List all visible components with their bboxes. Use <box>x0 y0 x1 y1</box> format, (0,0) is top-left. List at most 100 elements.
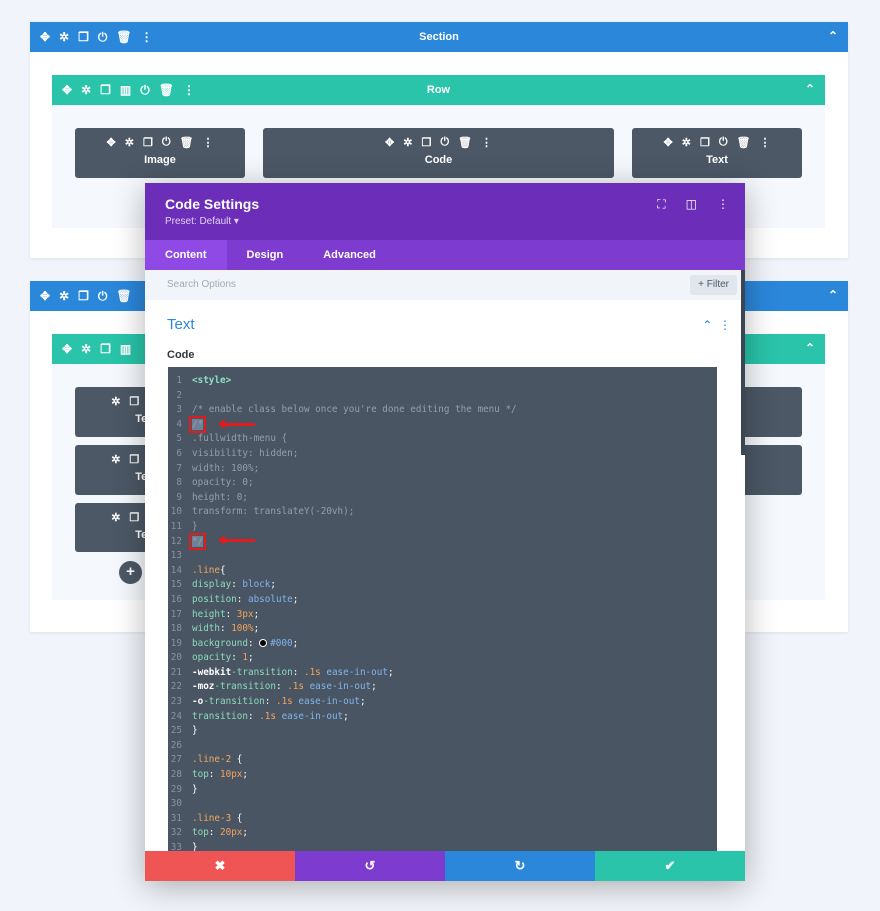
line-number: 17 <box>170 608 182 620</box>
duplicate-icon[interactable]: ❐ <box>129 453 139 471</box>
undo-icon[interactable]: ↺ <box>295 851 445 881</box>
scrollbar[interactable] <box>741 270 745 455</box>
chevron-up-icon[interactable]: ⌃ <box>805 341 815 355</box>
close-icon[interactable]: ✖ <box>145 851 295 881</box>
add-module-button[interactable]: + <box>119 561 142 584</box>
move-icon[interactable]: ✥ <box>40 289 50 303</box>
gear-icon[interactable]: ✲ <box>111 453 120 471</box>
code-token: : <box>220 623 232 635</box>
power-icon[interactable]: ⏻ <box>98 30 108 45</box>
code-token: .1s <box>259 710 276 722</box>
line-number: 1 <box>176 375 182 386</box>
code-token: ; <box>242 769 248 781</box>
code-line: 26 <box>168 739 717 754</box>
fullscreen-icon[interactable]: ⛶ <box>657 197 665 212</box>
trash-icon[interactable]: 🗑 <box>458 136 472 154</box>
gear-icon[interactable]: ✲ <box>111 395 120 413</box>
duplicate-icon[interactable]: ❐ <box>421 136 431 154</box>
preset-dropdown[interactable]: Preset: Default ▾ <box>165 216 725 227</box>
trash-icon[interactable]: 🗑 <box>180 136 194 154</box>
more-icon[interactable]: ⋮ <box>141 30 153 44</box>
move-icon[interactable]: ✥ <box>664 136 673 154</box>
more-icon[interactable]: ⋮ <box>183 83 195 97</box>
gear-icon[interactable]: ✲ <box>682 136 691 154</box>
duplicate-icon[interactable]: ❐ <box>100 342 111 356</box>
more-icon[interactable]: ⋮ <box>202 136 213 154</box>
gear-icon[interactable]: ✲ <box>81 342 91 356</box>
trash-icon[interactable]: 🗑 <box>159 83 174 97</box>
duplicate-icon[interactable]: ❐ <box>700 136 710 154</box>
redo-icon[interactable]: ↻ <box>445 851 595 881</box>
sidebar-layout-icon[interactable]: ◫ <box>686 197 697 212</box>
trash-icon[interactable]: 🗑 <box>116 289 131 303</box>
code-token: .line-3 <box>192 812 232 824</box>
duplicate-icon[interactable]: ❐ <box>129 511 139 529</box>
gear-icon[interactable]: ✲ <box>59 30 69 44</box>
group-controls[interactable]: ⌃ ⋮ <box>702 318 731 332</box>
code-line: 23 -o-transition: .1s ease-in-out; <box>168 695 717 710</box>
gear-icon[interactable]: ✲ <box>403 136 412 154</box>
code-line: 17 height: 3px; <box>168 608 717 623</box>
module-text[interactable]: ✥ ✲ ❐ ⏻ 🗑 ⋮ Text <box>632 128 802 178</box>
move-icon[interactable]: ✥ <box>62 342 72 356</box>
code-editor[interactable]: 1 <style> 2 3/* enable class below once you… <box>168 367 717 851</box>
filter-button[interactable]: + Filter <box>690 275 737 295</box>
code-line: 32 top: 20px; <box>168 826 717 841</box>
duplicate-icon[interactable]: ❐ <box>129 395 139 413</box>
code-line: 31 .line-3 { <box>168 812 717 827</box>
gear-icon[interactable]: ✲ <box>81 83 91 97</box>
trash-icon[interactable]: 🗑 <box>737 136 751 154</box>
chevron-up-icon[interactable]: ⌃ <box>828 29 838 43</box>
code-token: ; <box>253 623 260 635</box>
more-icon[interactable]: ⋮ <box>717 197 729 212</box>
tab-content[interactable]: Content <box>145 240 227 270</box>
module-code[interactable]: ✥ ✲ ❐ ⏻ 🗑 ⋮ Code <box>263 128 614 178</box>
search-options-input[interactable]: Search Options + Filter <box>145 270 745 300</box>
power-icon[interactable]: ⏻ <box>140 83 150 98</box>
gear-icon[interactable]: ✲ <box>111 511 120 529</box>
more-icon[interactable]: ⋮ <box>759 136 770 154</box>
code-token: : <box>208 827 220 839</box>
chevron-up-icon[interactable]: ⌃ <box>805 82 815 96</box>
columns-icon[interactable]: ▥ <box>120 342 131 356</box>
module-image[interactable]: ✥ ✲ ❐ ⏻ 🗑 ⋮ Image <box>75 128 245 178</box>
trash-icon[interactable]: 🗑 <box>116 30 131 44</box>
columns-icon[interactable]: ▥ <box>120 83 131 97</box>
duplicate-icon[interactable]: ❐ <box>100 83 111 97</box>
section-header[interactable]: ✥ ✲ ❐ ⏻ 🗑 ⋮ Section ⌃ <box>30 22 848 52</box>
code-line: 20 opacity: 1; <box>168 651 717 666</box>
move-icon[interactable]: ✥ <box>62 83 72 97</box>
line-number: 8 <box>176 477 182 489</box>
more-icon[interactable]: ⋮ <box>481 136 492 154</box>
code-token: .line-2 <box>192 754 232 766</box>
color-swatch <box>259 638 268 647</box>
line-number: 26 <box>170 739 182 751</box>
gear-icon[interactable]: ✲ <box>59 289 69 303</box>
power-icon[interactable]: ⏻ <box>162 136 171 154</box>
duplicate-icon[interactable]: ❐ <box>143 136 153 154</box>
code-token: -transition <box>203 696 265 708</box>
move-icon[interactable]: ✥ <box>385 136 394 154</box>
line-number: 14 <box>170 564 182 576</box>
gear-icon[interactable]: ✲ <box>125 136 134 154</box>
move-icon[interactable]: ✥ <box>107 136 116 154</box>
code-token: : <box>247 637 260 649</box>
tab-design[interactable]: Design <box>227 240 304 270</box>
code-token: : <box>231 579 243 591</box>
power-icon[interactable]: ⏻ <box>440 136 449 154</box>
move-icon[interactable]: ✥ <box>40 30 50 44</box>
code-token: ; <box>270 579 276 591</box>
module-label: Code <box>424 154 453 166</box>
chevron-up-icon[interactable]: ⌃ <box>828 288 838 302</box>
group-title[interactable]: Text <box>167 316 195 333</box>
modal-header[interactable]: Code Settings Preset: Default ▾ ⛶ ◫ ⋮ <box>145 183 745 240</box>
duplicate-icon[interactable]: ❐ <box>78 289 89 303</box>
duplicate-icon[interactable]: ❐ <box>78 30 89 44</box>
field-label: Code <box>167 349 195 361</box>
tab-advanced[interactable]: Advanced <box>303 240 396 270</box>
code-line: 5 .fullwidth-menu { <box>168 432 717 447</box>
check-icon[interactable]: ✔ <box>595 851 745 881</box>
power-icon[interactable]: ⏻ <box>98 289 108 304</box>
power-icon[interactable]: ⏻ <box>719 136 728 154</box>
row-header[interactable]: ✥ ✲ ❐ ▥ ⏻ 🗑 ⋮ Row ⌃ <box>52 75 825 105</box>
